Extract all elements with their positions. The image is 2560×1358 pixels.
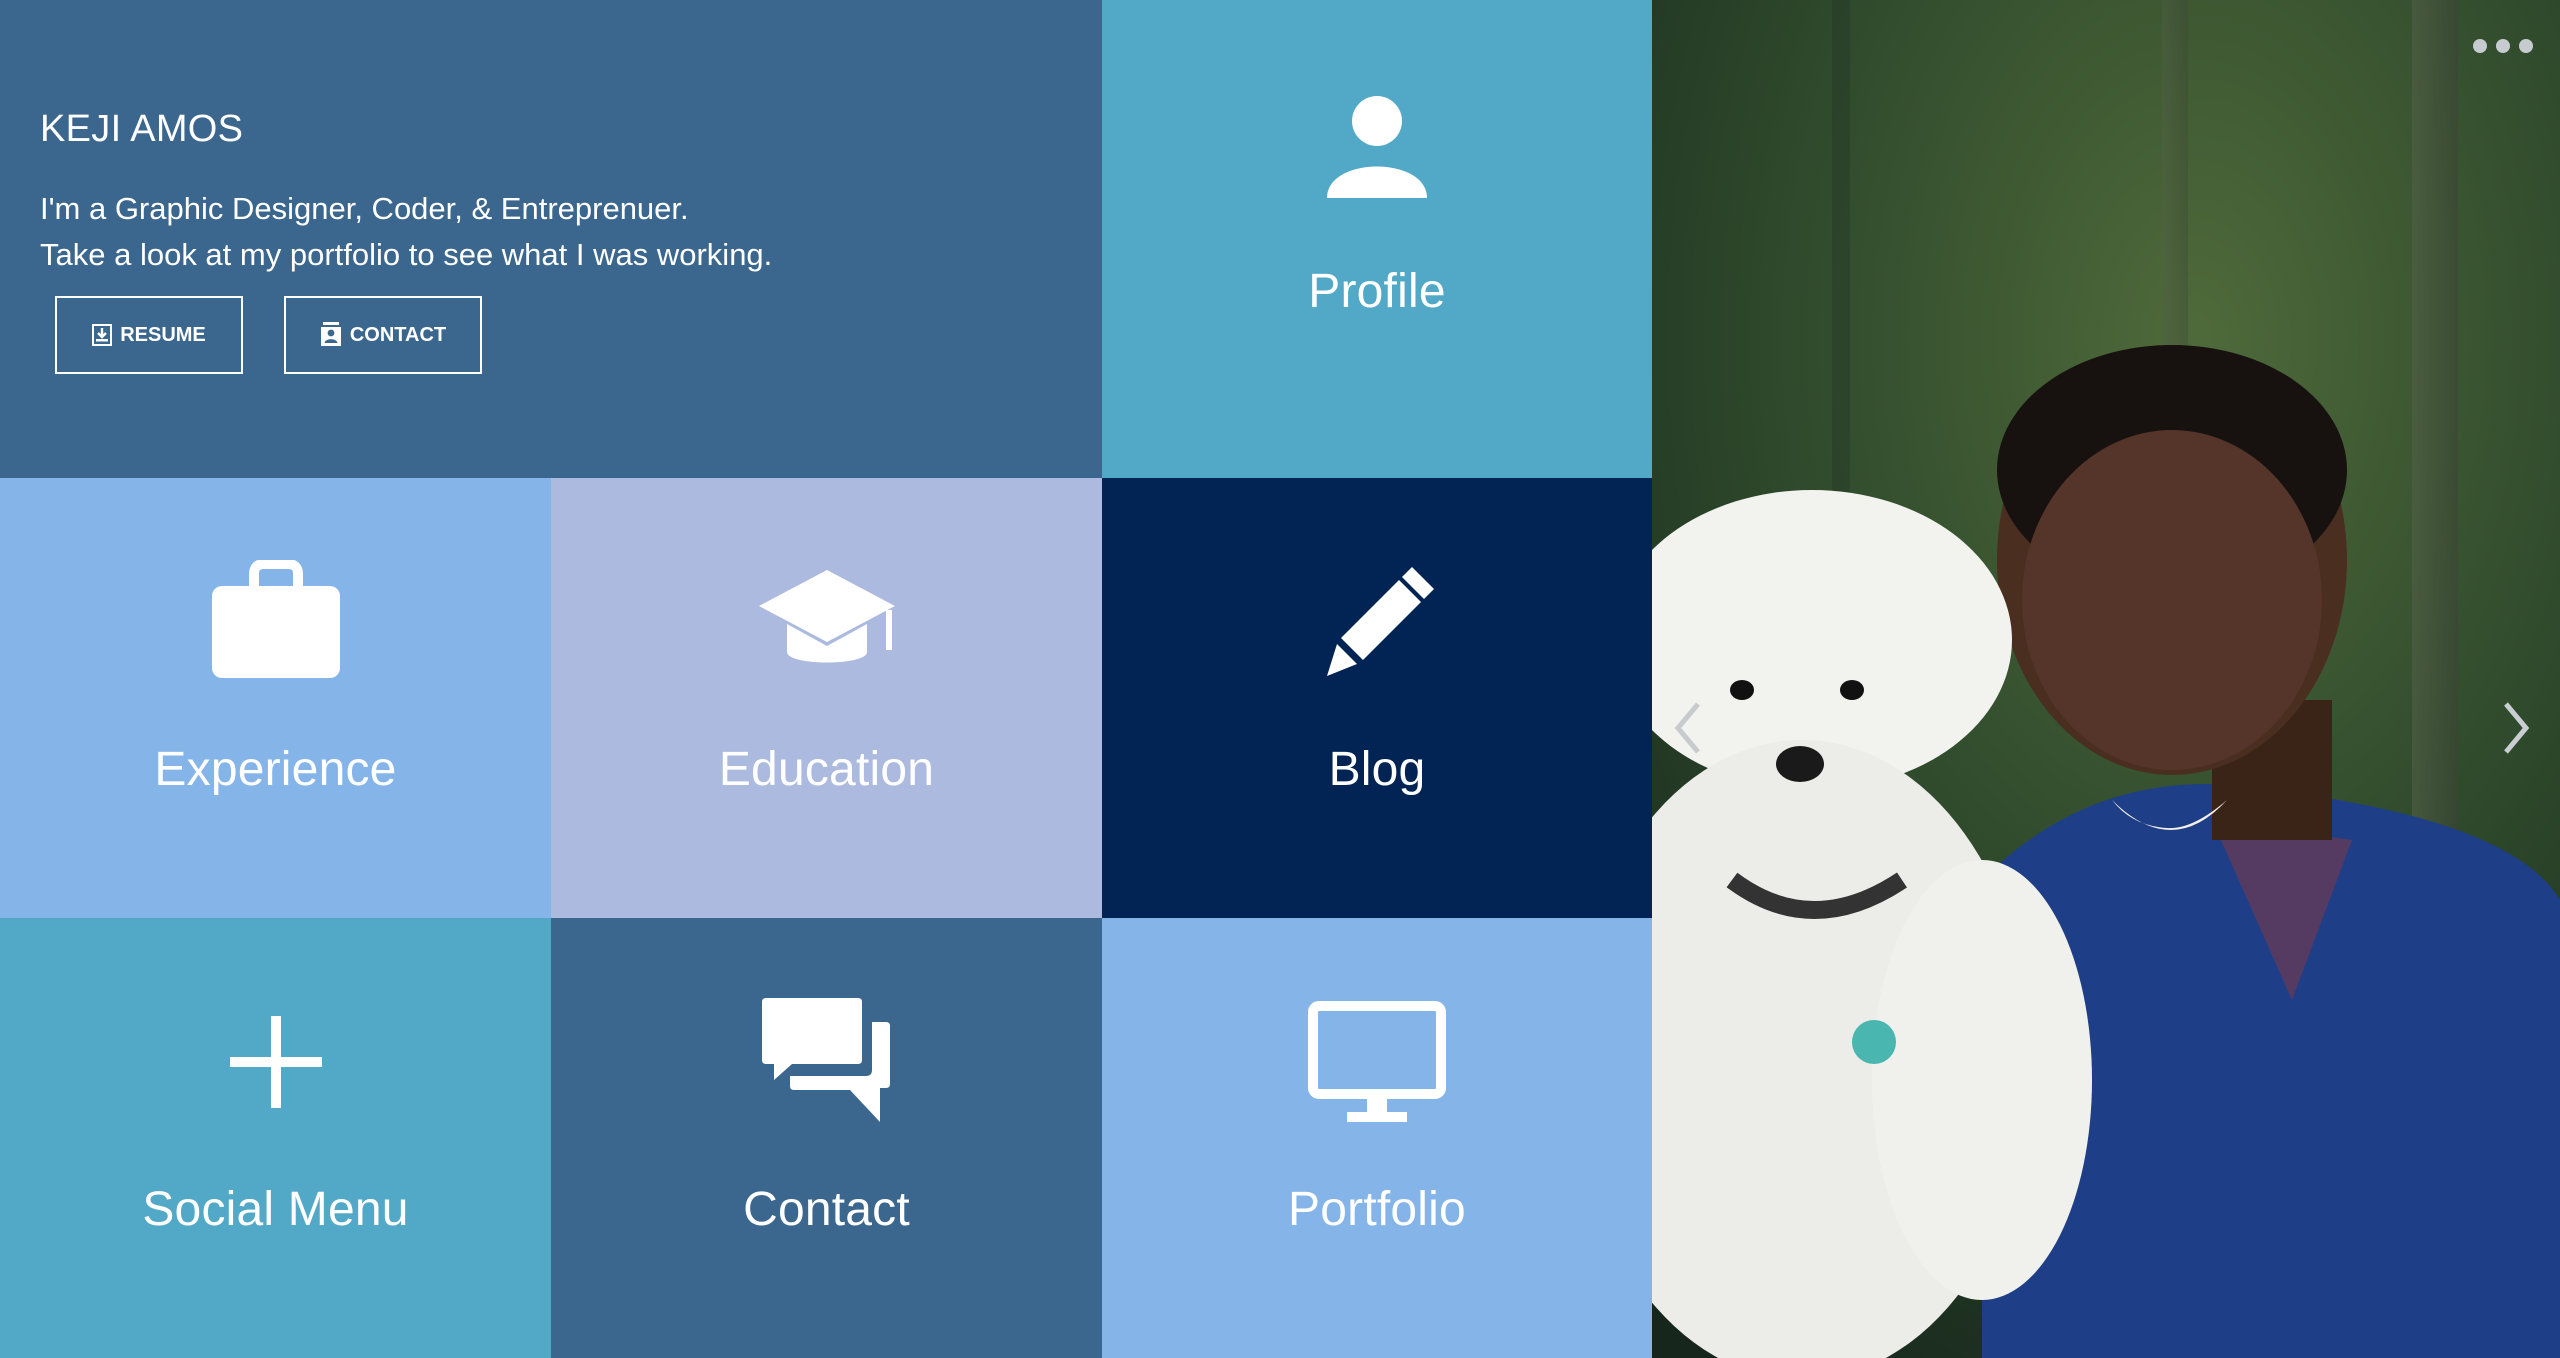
download-icon xyxy=(92,324,113,346)
bio-line-1: I'm a Graphic Designer, Coder, & Entrepr… xyxy=(40,191,689,226)
intro-panel: KEJI AMOS I'm a Graphic Designer, Coder,… xyxy=(0,0,1102,478)
contact-card-icon xyxy=(320,322,341,346)
tile-profile[interactable]: Profile xyxy=(1102,0,1652,478)
owner-name: KEJI AMOS xyxy=(40,108,244,150)
tile-label-social-menu: Social Menu xyxy=(142,1183,409,1236)
tile-contact[interactable]: Contact xyxy=(551,918,1102,1358)
contact-button[interactable]: CONTACT xyxy=(284,296,482,374)
contact-label: CONTACT xyxy=(349,323,447,346)
tile-label-blog: Blog xyxy=(1328,743,1426,796)
tile-label-profile: Profile xyxy=(1308,265,1446,318)
chevron-right-icon[interactable] xyxy=(2502,700,2532,756)
chevron-left-icon[interactable] xyxy=(1672,700,1702,756)
user-icon xyxy=(1327,96,1427,198)
tile-label-contact: Contact xyxy=(743,1183,910,1236)
graduation-cap-icon xyxy=(758,570,895,663)
monitor-icon xyxy=(1308,1001,1446,1122)
tile-education[interactable]: Education xyxy=(551,478,1102,918)
plus-icon xyxy=(229,1016,322,1108)
more-dots-icon[interactable] xyxy=(2472,38,2534,54)
chat-bubbles-icon xyxy=(761,998,890,1122)
bio-line-2: Take a look at my portfolio to see what … xyxy=(40,237,773,272)
tile-label-education: Education xyxy=(718,743,935,796)
hero-photo xyxy=(1652,0,2560,1358)
tile-experience[interactable]: Experience xyxy=(0,478,551,918)
tile-label-portfolio: Portfolio xyxy=(1288,1183,1466,1236)
tile-blog[interactable]: Blog xyxy=(1102,478,1652,918)
pencil-icon xyxy=(1327,567,1434,676)
resume-button[interactable]: RESUME xyxy=(55,296,243,374)
photo-slider[interactable] xyxy=(1652,0,2560,1358)
resume-label: RESUME xyxy=(120,323,206,346)
tile-label-experience: Experience xyxy=(154,743,397,796)
tile-social-menu[interactable]: Social Menu xyxy=(0,918,551,1358)
tile-portfolio[interactable]: Portfolio xyxy=(1102,918,1652,1358)
briefcase-icon xyxy=(211,560,340,678)
